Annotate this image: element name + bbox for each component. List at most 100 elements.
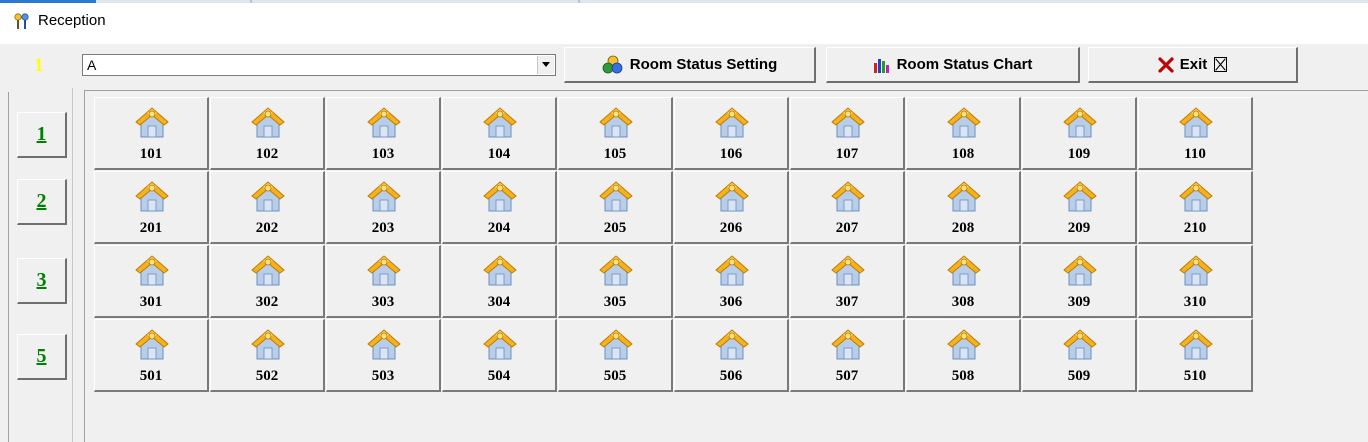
house-icon — [599, 181, 633, 212]
room-button-207[interactable]: 207 — [790, 171, 905, 244]
floor-button-1[interactable]: 1 — [17, 112, 67, 158]
room-status-chart-button[interactable]: Room Status Chart — [826, 47, 1080, 83]
house-icon — [483, 255, 517, 286]
room-number: 210 — [1183, 220, 1207, 236]
room-status-setting-button[interactable]: Room Status Setting — [564, 47, 816, 83]
house-icon — [831, 107, 865, 138]
house-icon — [483, 107, 517, 138]
floor-button-label: 1 — [36, 123, 47, 145]
room-number: 203 — [371, 220, 395, 236]
floor-button-5[interactable]: 5 — [17, 334, 67, 380]
room-button-102[interactable]: 102 — [210, 97, 325, 170]
room-button-104[interactable]: 104 — [442, 97, 557, 170]
house-icon — [483, 181, 517, 212]
room-number: 310 — [1183, 294, 1207, 310]
room-button-302[interactable]: 302 — [210, 245, 325, 318]
room-number: 303 — [371, 294, 395, 310]
room-button-504[interactable]: 504 — [442, 319, 557, 392]
dropdown-button[interactable] — [537, 56, 554, 74]
house-icon — [135, 107, 169, 138]
room-number: 202 — [255, 220, 279, 236]
room-button-506[interactable]: 506 — [674, 319, 789, 392]
room-button-210[interactable]: 210 — [1138, 171, 1253, 244]
room-button-201[interactable]: 201 — [94, 171, 209, 244]
house-icon — [483, 329, 517, 360]
room-number: 302 — [255, 294, 279, 310]
room-button-204[interactable]: 204 — [442, 171, 557, 244]
left-border — [8, 92, 9, 442]
room-button-509[interactable]: 509 — [1022, 319, 1137, 392]
taskbar-strip — [0, 0, 1368, 3]
room-number: 204 — [487, 220, 511, 236]
room-number: 206 — [719, 220, 743, 236]
building-select[interactable]: A — [82, 54, 556, 76]
house-icon — [135, 329, 169, 360]
exit-button[interactable]: Exit — [1088, 47, 1298, 83]
house-icon — [367, 181, 401, 212]
room-number: 505 — [603, 368, 627, 384]
house-icon — [1179, 329, 1213, 360]
floor-button-3[interactable]: 3 — [17, 258, 67, 304]
room-number: 304 — [487, 294, 511, 310]
room-button-105[interactable]: 105 — [558, 97, 673, 170]
house-icon — [947, 181, 981, 212]
floor-button-2[interactable]: 2 — [17, 179, 67, 225]
room-number: 106 — [719, 146, 743, 162]
house-icon — [947, 255, 981, 286]
room-button-205[interactable]: 205 — [558, 171, 673, 244]
house-icon — [1179, 107, 1213, 138]
house-icon — [1063, 329, 1097, 360]
house-icon — [599, 107, 633, 138]
house-icon — [947, 107, 981, 138]
room-button-501[interactable]: 501 — [94, 319, 209, 392]
room-button-106[interactable]: 106 — [674, 97, 789, 170]
room-button-309[interactable]: 309 — [1022, 245, 1137, 318]
room-button-107[interactable]: 107 — [790, 97, 905, 170]
room-number: 205 — [603, 220, 627, 236]
house-icon — [135, 255, 169, 286]
house-icon — [251, 107, 285, 138]
house-icon — [251, 329, 285, 360]
room-number: 102 — [255, 146, 279, 162]
room-button-202[interactable]: 202 — [210, 171, 325, 244]
room-button-206[interactable]: 206 — [674, 171, 789, 244]
room-button-304[interactable]: 304 — [442, 245, 557, 318]
room-number: 105 — [603, 146, 627, 162]
room-number: 308 — [951, 294, 975, 310]
room-button-310[interactable]: 310 — [1138, 245, 1253, 318]
room-status-chart-label: Room Status Chart — [896, 56, 1033, 73]
house-icon — [135, 181, 169, 212]
room-button-103[interactable]: 103 — [326, 97, 441, 170]
color-circles-icon — [602, 55, 623, 73]
room-button-306[interactable]: 306 — [674, 245, 789, 318]
room-button-109[interactable]: 109 — [1022, 97, 1137, 170]
room-button-110[interactable]: 110 — [1138, 97, 1253, 170]
room-button-308[interactable]: 308 — [906, 245, 1021, 318]
room-number: 507 — [835, 368, 859, 384]
room-button-301[interactable]: 301 — [94, 245, 209, 318]
floor-button-label: 3 — [36, 269, 47, 291]
room-button-307[interactable]: 307 — [790, 245, 905, 318]
room-button-508[interactable]: 508 — [906, 319, 1021, 392]
room-button-108[interactable]: 108 — [906, 97, 1021, 170]
room-number: 104 — [487, 146, 511, 162]
room-button-209[interactable]: 209 — [1022, 171, 1137, 244]
house-icon — [599, 329, 633, 360]
room-number: 306 — [719, 294, 743, 310]
room-button-101[interactable]: 101 — [94, 97, 209, 170]
room-button-208[interactable]: 208 — [906, 171, 1021, 244]
room-button-303[interactable]: 303 — [326, 245, 441, 318]
room-button-502[interactable]: 502 — [210, 319, 325, 392]
room-button-505[interactable]: 505 — [558, 319, 673, 392]
room-button-203[interactable]: 203 — [326, 171, 441, 244]
room-number: 503 — [371, 368, 395, 384]
client-area: 1 A Room Status Setting Room Status Char… — [0, 44, 1368, 442]
current-floor-indicator: 1 — [34, 55, 44, 76]
room-number: 108 — [951, 146, 975, 162]
room-number: 506 — [719, 368, 743, 384]
room-button-305[interactable]: 305 — [558, 245, 673, 318]
room-button-510[interactable]: 510 — [1138, 319, 1253, 392]
room-button-507[interactable]: 507 — [790, 319, 905, 392]
room-button-503[interactable]: 503 — [326, 319, 441, 392]
red-x-icon — [1158, 56, 1174, 73]
